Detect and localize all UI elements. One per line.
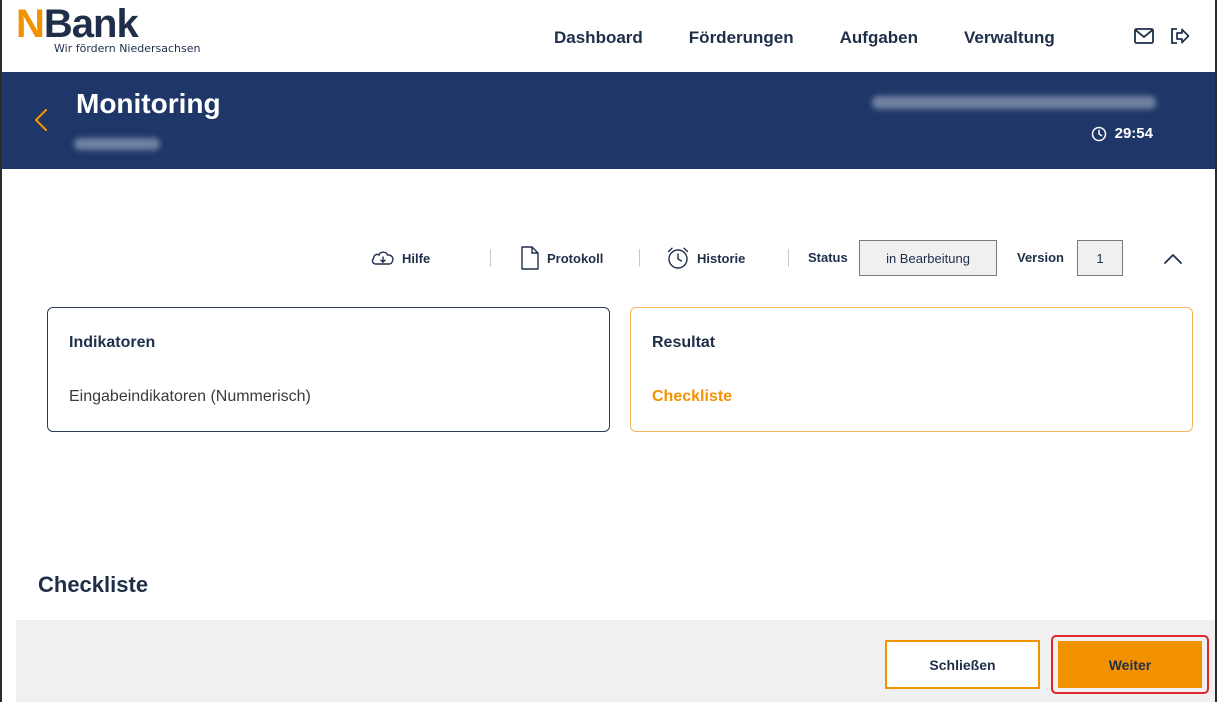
result-card: Resultat Checkliste: [630, 307, 1193, 432]
protocol-label: Protokoll: [547, 250, 604, 266]
nav-foerderungen[interactable]: Förderungen: [689, 28, 794, 48]
toolbar: Hilfe Protokoll Historie Status in Bearb…: [2, 240, 1215, 276]
clock-icon: [1091, 126, 1106, 141]
page-title: Monitoring: [76, 88, 221, 119]
next-button-highlight: Weiter: [1051, 635, 1209, 694]
back-arrow-icon[interactable]: [32, 106, 50, 134]
footer-actions: Schließen Weiter: [16, 620, 1215, 702]
toolbar-divider: [788, 249, 789, 267]
page-banner: Monitoring 29:54: [2, 72, 1215, 169]
version-label: Version: [1017, 250, 1064, 265]
close-button[interactable]: Schließen: [885, 640, 1040, 689]
redacted-subtitle: [74, 138, 160, 150]
next-button[interactable]: Weiter: [1058, 641, 1202, 688]
logo-tagline: Wir fördern Niedersachsen: [54, 42, 201, 55]
app-window: NBank Wir fördern Niedersachsen Dashboar…: [0, 0, 1217, 702]
mail-icon[interactable]: [1133, 26, 1155, 46]
indicators-card: Indikatoren Eingabeindikatoren (Nummeris…: [47, 307, 610, 432]
logo-word-rest: Bank: [43, 2, 139, 46]
alarm-clock-icon: [667, 247, 689, 269]
history-label: Historie: [697, 250, 746, 266]
checklist-link[interactable]: Checkliste: [652, 388, 732, 406]
nav-dashboard[interactable]: Dashboard: [554, 28, 643, 48]
logo-accent-letter: N: [16, 2, 45, 46]
history-button[interactable]: Historie: [665, 245, 745, 271]
status-value-box: in Bearbeitung: [859, 240, 997, 276]
document-icon: [521, 246, 539, 270]
toolbar-divider: [639, 249, 640, 267]
top-navigation: NBank Wir fördern Niedersachsen Dashboar…: [2, 0, 1215, 72]
section-heading: Checkliste: [38, 572, 149, 597]
main-nav: Dashboard Förderungen Aufgaben Verwaltun…: [554, 28, 1055, 48]
version-value-box: 1: [1077, 240, 1123, 276]
help-button[interactable]: Hilfe: [370, 248, 430, 268]
chevron-up-icon[interactable]: [1162, 248, 1184, 268]
logout-icon[interactable]: [1169, 26, 1191, 46]
help-label: Hilfe: [402, 250, 431, 266]
result-card-title: Resultat: [652, 334, 716, 351]
indicators-card-title: Indikatoren: [69, 334, 156, 351]
logo-wordmark: NBank: [16, 4, 200, 44]
nav-verwaltung[interactable]: Verwaltung: [964, 28, 1055, 48]
status-label: Status: [808, 250, 848, 265]
toolbar-divider: [490, 249, 491, 267]
indicators-item[interactable]: Eingabeindikatoren (Nummerisch): [69, 388, 311, 406]
nbank-logo[interactable]: NBank Wir fördern Niedersachsen: [16, 4, 200, 55]
timer-value: 29:54: [1114, 125, 1153, 142]
redacted-project-name: [872, 96, 1156, 109]
nav-aufgaben[interactable]: Aufgaben: [840, 28, 918, 48]
protocol-button[interactable]: Protokoll: [519, 245, 603, 271]
session-timer: 29:54: [1091, 125, 1153, 142]
cloud-download-icon: [371, 251, 394, 265]
